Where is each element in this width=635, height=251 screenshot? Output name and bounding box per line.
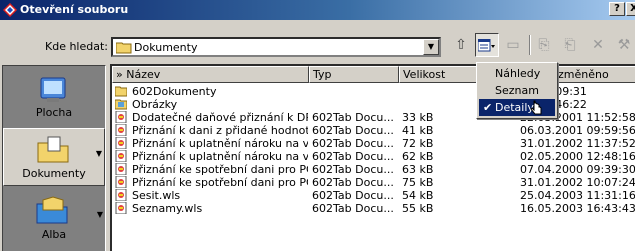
place-label: Dokumenty [22,167,86,180]
desktop-icon [40,77,66,102]
delete-icon[interactable]: ✕ [586,33,610,57]
file-modified: 31.01.2002 11:37:52 [520,137,635,150]
602tab-doc-icon [115,124,127,136]
file-modified: 25.04.2003 11:31:16 [520,189,635,202]
view-menu: Náhledy Seznam ✔ Detaily [476,62,558,119]
file-type: 602Tab Docu... [312,137,394,150]
602tab-doc-icon [115,137,127,149]
view-details-icon [477,38,495,52]
file-type: 602Tab Docu... [312,202,394,215]
open-file-dialog: Otevření souboru ? X Kde hledat: Dokumen… [0,0,635,251]
file-size: 63 kB [402,163,434,176]
file-type: 602Tab Docu... [312,176,394,189]
file-modified: 07.04.2000 09:39:30 [520,163,635,176]
file-size: 72 kB [402,137,434,150]
file-type: 602Tab Docu... [312,111,394,124]
file-name: Sesit.wls [132,189,181,202]
file-type [312,98,400,111]
file-size: 33 kB [402,111,434,124]
file-modified: 31.01.2002 10:07:24 [520,176,635,189]
chevron-down-icon[interactable]: ▼ [96,149,102,158]
menu-item-seznam[interactable]: Seznam [479,82,555,99]
title-bar[interactable]: Otevření souboru ? X [0,0,635,20]
places-bar: Plocha ▼ Dokumenty ▼ Alba [2,65,106,251]
column-header-name[interactable]: » Název [112,66,309,83]
place-alba[interactable]: ▼ Alba [3,190,105,248]
file-size: 54 kB [402,189,434,202]
view-menu-button[interactable] [475,33,499,57]
file-type: 602Tab Docu... [312,150,394,163]
file-size: 55 kB [402,202,434,215]
file-modified: 06.03.2001 09:59:56 [520,124,635,137]
file-name: 602Dokumenty [132,85,217,98]
602tab-doc-icon [115,189,127,201]
file-row[interactable]: Přiznání k uplatnění nároku na vrá... 602… [112,150,635,163]
window-title: Otevření souboru [20,3,129,16]
file-row[interactable]: Přiznání k uplatnění nároku na vrá... 602… [112,137,635,150]
new-folder-icon[interactable]: ▭ [501,33,525,57]
menu-item-label: Náhledy [495,67,541,80]
lookin-value: Dokumenty [134,41,198,54]
tools-icon[interactable]: ⚒ [612,33,635,57]
file-name: Seznamy.wls [132,202,203,215]
602tab-doc-icon [115,111,127,123]
file-modified: 02.05.2000 12:48:16 [520,150,635,163]
file-type: 602Tab Docu... [312,163,394,176]
menu-item-label: Detaily [495,101,534,114]
file-name: Přiznání k uplatnění nároku na vrá... [132,137,308,150]
help-button[interactable]: ? [609,2,625,16]
file-name: Přiznání ke spotřební dani pro PO.wls [132,163,308,176]
app-diamond-icon [3,3,17,17]
602tab-doc-icon [115,202,127,214]
file-type: 602Tab Docu... [312,189,394,202]
602tab-doc-icon [115,163,127,175]
column-header-type[interactable]: Typ [309,66,399,83]
copy-icon[interactable]: ⎘ [532,33,556,57]
file-name: Přiznání k uplatnění nároku na vrá... [132,150,308,163]
place-dokumenty[interactable]: ▼ Dokumenty [3,128,105,186]
file-name: Dodatečné daňové přiznání k DPH.... [132,111,308,124]
chevron-down-icon[interactable]: ▼ [423,39,439,55]
mouse-pointer-icon [530,100,542,115]
paste-icon[interactable]: ⎗ [558,33,582,57]
file-name: Obrázky [132,98,178,111]
place-label: Plocha [35,106,73,119]
checkmark-icon: ✔ [483,101,493,114]
602tab-doc-icon [115,150,127,162]
file-modified: 16.05.2003 16:43:43 [520,202,635,215]
file-row[interactable]: Seznamy.wls 602Tab Docu... 55 kB 16.05.2003… [112,202,635,215]
file-type: 602Tab Docu... [312,124,394,137]
file-name: Přiznání k dani z přidané hodnoty.wls [132,124,308,137]
file-size: 75 kB [402,176,434,189]
chevron-down-icon[interactable]: ▼ [97,210,103,219]
file-row[interactable]: Přiznání ke spotřební dani pro PO.wls 602… [112,163,635,176]
file-row[interactable]: Přiznání ke spotřební dani pro PO ... 602… [112,176,635,189]
file-row[interactable]: Sesit.wls 602Tab Docu... 54 kB 25.04.2003 1… [112,189,635,202]
back-icon[interactable]: ⇧ [449,33,473,57]
file-type [312,85,400,98]
toolbar-separator [529,35,531,55]
place-label: Alba [41,228,67,241]
file-size: 62 kB [402,150,434,163]
folder-icon [116,42,132,54]
file-name: Přiznání ke spotřební dani pro PO ... [132,176,308,189]
lookin-label: Kde hledat: [45,40,108,53]
file-row[interactable]: Přiznání k dani z přidané hodnoty.wls 602… [112,124,635,137]
close-button[interactable]: X [626,2,635,16]
lookin-combo[interactable]: Dokumenty ▼ [111,37,441,57]
602tab-doc-icon [115,176,127,188]
documents-folder-icon [37,136,69,163]
menu-item-nahledy[interactable]: Náhledy [479,65,555,82]
pictures-folder-icon [115,99,127,110]
folder-icon [115,86,127,97]
place-plocha[interactable]: Plocha [3,68,105,126]
file-size: 41 kB [402,124,434,137]
albums-folder-icon [36,196,68,224]
menu-item-label: Seznam [495,84,539,97]
